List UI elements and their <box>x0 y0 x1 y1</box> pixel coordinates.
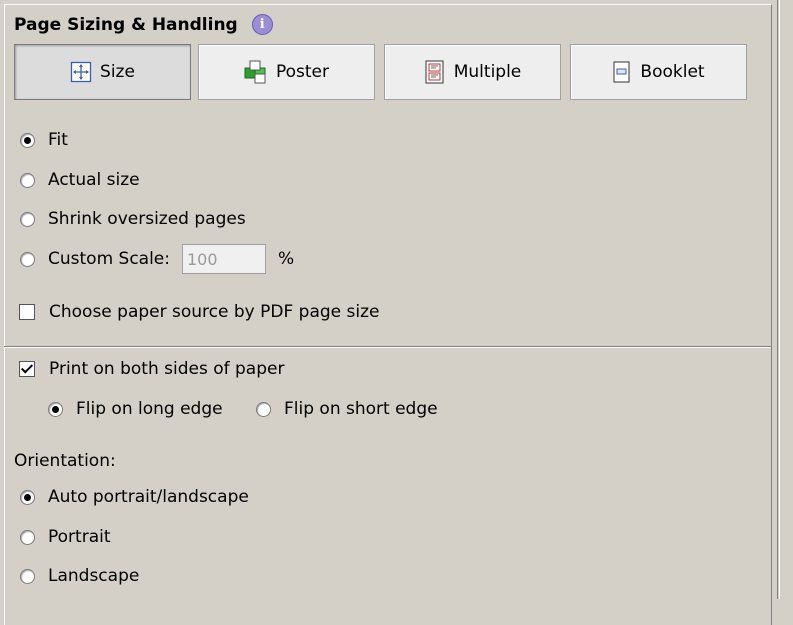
paper-source-label: Choose paper source by PDF page size <box>49 302 380 322</box>
tab-booklet[interactable]: Booklet <box>570 44 747 100</box>
duplex-label: Print on both sides of paper <box>49 359 285 379</box>
fit-label: Fit <box>48 130 68 150</box>
tab-poster-label: Poster <box>275 62 330 82</box>
section-divider <box>4 346 771 348</box>
booklet-icon <box>612 61 632 83</box>
auto-orientation-radio[interactable] <box>20 489 35 505</box>
flip-long-edge-option[interactable]: Flip on long edge <box>48 399 223 419</box>
shrink-label: Shrink oversized pages <box>48 209 246 229</box>
section-title: Page Sizing & Handling <box>14 14 238 35</box>
size-icon <box>70 61 92 83</box>
shrink-radio[interactable] <box>20 211 35 227</box>
actual-size-label: Actual size <box>48 170 140 190</box>
tab-booklet-label: Booklet <box>640 62 705 82</box>
orientation-label: Orientation: <box>14 451 116 471</box>
tab-size-label: Size <box>100 62 135 82</box>
shrink-option[interactable]: Shrink oversized pages <box>20 209 246 229</box>
custom-scale-option[interactable]: Custom Scale: % <box>20 244 294 274</box>
portrait-label: Portrait <box>48 527 111 547</box>
custom-scale-label: Custom Scale: <box>48 249 170 269</box>
section-header: Page Sizing & Handling i <box>14 14 273 35</box>
fit-radio[interactable] <box>20 132 35 148</box>
paper-source-option[interactable]: Choose paper source by PDF page size <box>19 302 379 322</box>
flip-long-edge-label: Flip on long edge <box>76 399 223 419</box>
window-edge <box>777 0 793 599</box>
custom-scale-input[interactable] <box>182 244 266 274</box>
tab-multiple[interactable]: Multiple <box>384 44 561 100</box>
portrait-radio[interactable] <box>20 529 35 545</box>
duplex-option[interactable]: Print on both sides of paper <box>19 359 284 379</box>
auto-orientation-label: Auto portrait/landscape <box>48 487 249 507</box>
duplex-checkbox[interactable] <box>19 361 35 377</box>
info-icon[interactable]: i <box>251 14 273 35</box>
custom-scale-radio[interactable] <box>20 251 35 267</box>
poster-icon <box>244 60 268 84</box>
flip-short-edge-label: Flip on short edge <box>284 399 438 419</box>
tab-poster[interactable]: Poster <box>198 44 375 100</box>
tab-multiple-label: Multiple <box>453 62 522 82</box>
flip-long-edge-radio[interactable] <box>48 401 63 417</box>
auto-orientation-option[interactable]: Auto portrait/landscape <box>20 487 249 507</box>
flip-short-edge-option[interactable]: Flip on short edge <box>256 399 438 419</box>
tab-size[interactable]: Size <box>14 44 191 100</box>
landscape-option[interactable]: Landscape <box>20 566 139 586</box>
paper-source-checkbox[interactable] <box>19 304 35 320</box>
landscape-label: Landscape <box>48 566 140 586</box>
percent-label: % <box>278 249 295 269</box>
flip-short-edge-radio[interactable] <box>256 401 271 417</box>
landscape-radio[interactable] <box>20 568 35 584</box>
fit-option[interactable]: Fit <box>20 130 68 150</box>
actual-size-radio[interactable] <box>20 172 35 188</box>
portrait-option[interactable]: Portrait <box>20 527 111 547</box>
multiple-icon <box>424 60 446 84</box>
actual-size-option[interactable]: Actual size <box>20 170 140 190</box>
